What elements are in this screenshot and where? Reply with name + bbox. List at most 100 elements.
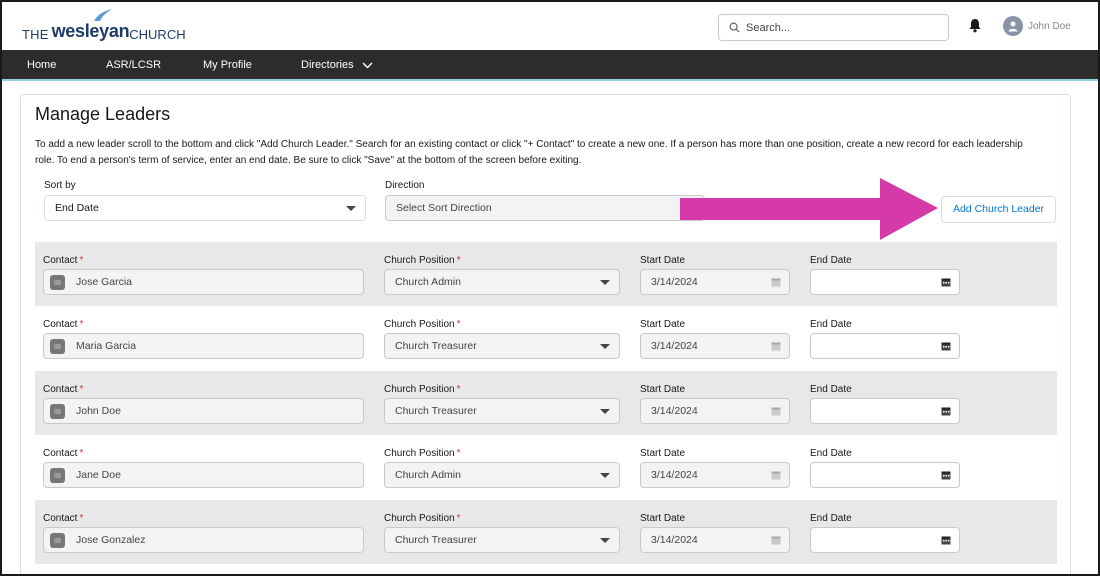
caret-down-icon bbox=[600, 344, 610, 349]
church-position-select[interactable]: Church Treasurer bbox=[384, 398, 620, 424]
church-position-value: Church Treasurer bbox=[395, 340, 477, 352]
start-date-label: Start Date bbox=[640, 319, 686, 330]
church-position-select[interactable]: Church Admin bbox=[384, 462, 620, 488]
wesleyan-church-logo[interactable]: THE wesleyan CHURCH bbox=[22, 9, 186, 42]
contact-field[interactable]: Jose Gonzalez bbox=[43, 527, 364, 553]
caret-down-icon bbox=[346, 206, 356, 211]
notification-bell-icon[interactable] bbox=[968, 18, 982, 33]
calendar-icon[interactable] bbox=[941, 277, 951, 287]
contact-value: Jose Garcia bbox=[76, 276, 133, 288]
church-position-select[interactable]: Church Treasurer bbox=[384, 333, 620, 359]
calendar-icon bbox=[771, 536, 781, 545]
end-date-label: End Date bbox=[810, 448, 852, 459]
instructions-line-2: role. To end a person's term of service,… bbox=[35, 155, 582, 166]
search-icon bbox=[729, 22, 740, 33]
start-date-label: Start Date bbox=[640, 255, 686, 266]
sort-by-select[interactable]: End Date bbox=[44, 195, 366, 221]
contact-value: Jane Doe bbox=[76, 469, 121, 481]
sort-by-value: End Date bbox=[55, 202, 99, 214]
nav-my-profile[interactable]: My Profile bbox=[203, 50, 252, 79]
end-date-field[interactable] bbox=[810, 333, 960, 359]
end-date-field[interactable] bbox=[810, 527, 960, 553]
contact-card-icon bbox=[50, 275, 65, 290]
church-position-label: Church Position * bbox=[384, 448, 461, 459]
end-date-label: End Date bbox=[810, 255, 852, 266]
church-position-label: Church Position * bbox=[384, 255, 461, 266]
caret-down-icon bbox=[600, 538, 610, 543]
start-date-value: 3/14/2024 bbox=[651, 534, 698, 546]
add-church-leader-button[interactable]: Add Church Leader bbox=[941, 196, 1056, 223]
top-header: THE wesleyan CHURCH Search... John Doe bbox=[2, 2, 1098, 49]
church-position-select[interactable]: Church Admin bbox=[384, 269, 620, 295]
calendar-icon bbox=[771, 407, 781, 416]
chevron-down-icon bbox=[362, 62, 373, 69]
calendar-icon[interactable] bbox=[941, 535, 951, 545]
church-position-value: Church Admin bbox=[395, 469, 461, 481]
search-input[interactable] bbox=[746, 21, 936, 34]
calendar-icon bbox=[771, 471, 781, 480]
end-date-field[interactable] bbox=[810, 398, 960, 424]
nav-asr-lcsr[interactable]: ASR/LCSR bbox=[106, 50, 161, 79]
end-date-label: End Date bbox=[810, 384, 852, 395]
page-title: Manage Leaders bbox=[35, 104, 171, 124]
start-date-value: 3/14/2024 bbox=[651, 340, 698, 352]
user-icon bbox=[1008, 21, 1018, 32]
contact-card-icon bbox=[50, 404, 65, 419]
user-name: John Doe bbox=[1028, 20, 1071, 32]
contact-card-icon bbox=[50, 339, 65, 354]
church-position-label: Church Position * bbox=[384, 319, 461, 330]
direction-select[interactable]: Select Sort Direction bbox=[385, 195, 705, 221]
contact-field[interactable]: John Doe bbox=[43, 398, 364, 424]
instructions-line-1: To add a new leader scroll to the bottom… bbox=[35, 139, 1023, 150]
contact-field[interactable]: Jose Garcia bbox=[43, 269, 364, 295]
contact-value: Maria Garcia bbox=[76, 340, 137, 352]
user-menu[interactable]: John Doe bbox=[1003, 16, 1071, 36]
start-date-label: Start Date bbox=[640, 448, 686, 459]
start-date-field[interactable]: 3/14/2024 bbox=[640, 269, 790, 295]
church-position-select[interactable]: Church Treasurer bbox=[384, 527, 620, 553]
logo-flame-icon bbox=[94, 9, 112, 21]
contact-label: Contact * bbox=[43, 513, 84, 524]
start-date-field[interactable]: 3/14/2024 bbox=[640, 333, 790, 359]
start-date-value: 3/14/2024 bbox=[651, 469, 698, 481]
end-date-field[interactable] bbox=[810, 269, 960, 295]
end-date-label: End Date bbox=[810, 513, 852, 524]
contact-field[interactable]: Maria Garcia bbox=[43, 333, 364, 359]
caret-down-icon bbox=[600, 280, 610, 285]
contact-label: Contact * bbox=[43, 319, 84, 330]
calendar-icon bbox=[771, 278, 781, 287]
avatar bbox=[1003, 16, 1023, 36]
nav-home[interactable]: Home bbox=[27, 50, 56, 79]
leader-row: Contact * John Doe Church Position * Churc… bbox=[35, 371, 1057, 435]
direction-label: Direction bbox=[385, 180, 425, 191]
direction-value: Select Sort Direction bbox=[396, 202, 492, 214]
annotation-arrow-icon bbox=[680, 178, 938, 240]
instructions-text: To add a new leader scroll to the bottom… bbox=[35, 137, 1055, 169]
end-date-label: End Date bbox=[810, 319, 852, 330]
contact-card-icon bbox=[50, 468, 65, 483]
leader-row: Contact * Jose Garcia Church Position * Ch… bbox=[35, 242, 1057, 306]
start-date-field[interactable]: 3/14/2024 bbox=[640, 398, 790, 424]
calendar-icon[interactable] bbox=[941, 341, 951, 351]
search-box[interactable] bbox=[718, 14, 949, 41]
church-position-value: Church Treasurer bbox=[395, 534, 477, 546]
start-date-label: Start Date bbox=[640, 513, 686, 524]
calendar-icon[interactable] bbox=[941, 406, 951, 416]
contact-field[interactable]: Jane Doe bbox=[43, 462, 364, 488]
start-date-value: 3/14/2024 bbox=[651, 405, 698, 417]
nav-directories[interactable]: Directories bbox=[301, 50, 373, 79]
leader-row: Contact * Maria Garcia Church Position * C… bbox=[35, 306, 1057, 370]
church-position-value: Church Admin bbox=[395, 276, 461, 288]
contact-label: Contact * bbox=[43, 384, 84, 395]
caret-down-icon bbox=[600, 473, 610, 478]
leader-row: Contact * Jane Doe Church Position * Churc… bbox=[35, 435, 1057, 499]
end-date-field[interactable] bbox=[810, 462, 960, 488]
main-nav: Home ASR/LCSR My Profile Directories bbox=[2, 50, 1098, 81]
calendar-icon[interactable] bbox=[941, 470, 951, 480]
app-window: THE wesleyan CHURCH Search... John Doe H… bbox=[0, 0, 1100, 576]
contact-label: Contact * bbox=[43, 255, 84, 266]
start-date-field[interactable]: 3/14/2024 bbox=[640, 462, 790, 488]
start-date-field[interactable]: 3/14/2024 bbox=[640, 527, 790, 553]
sort-by-label: Sort by bbox=[44, 180, 76, 191]
contact-value: John Doe bbox=[76, 405, 121, 417]
